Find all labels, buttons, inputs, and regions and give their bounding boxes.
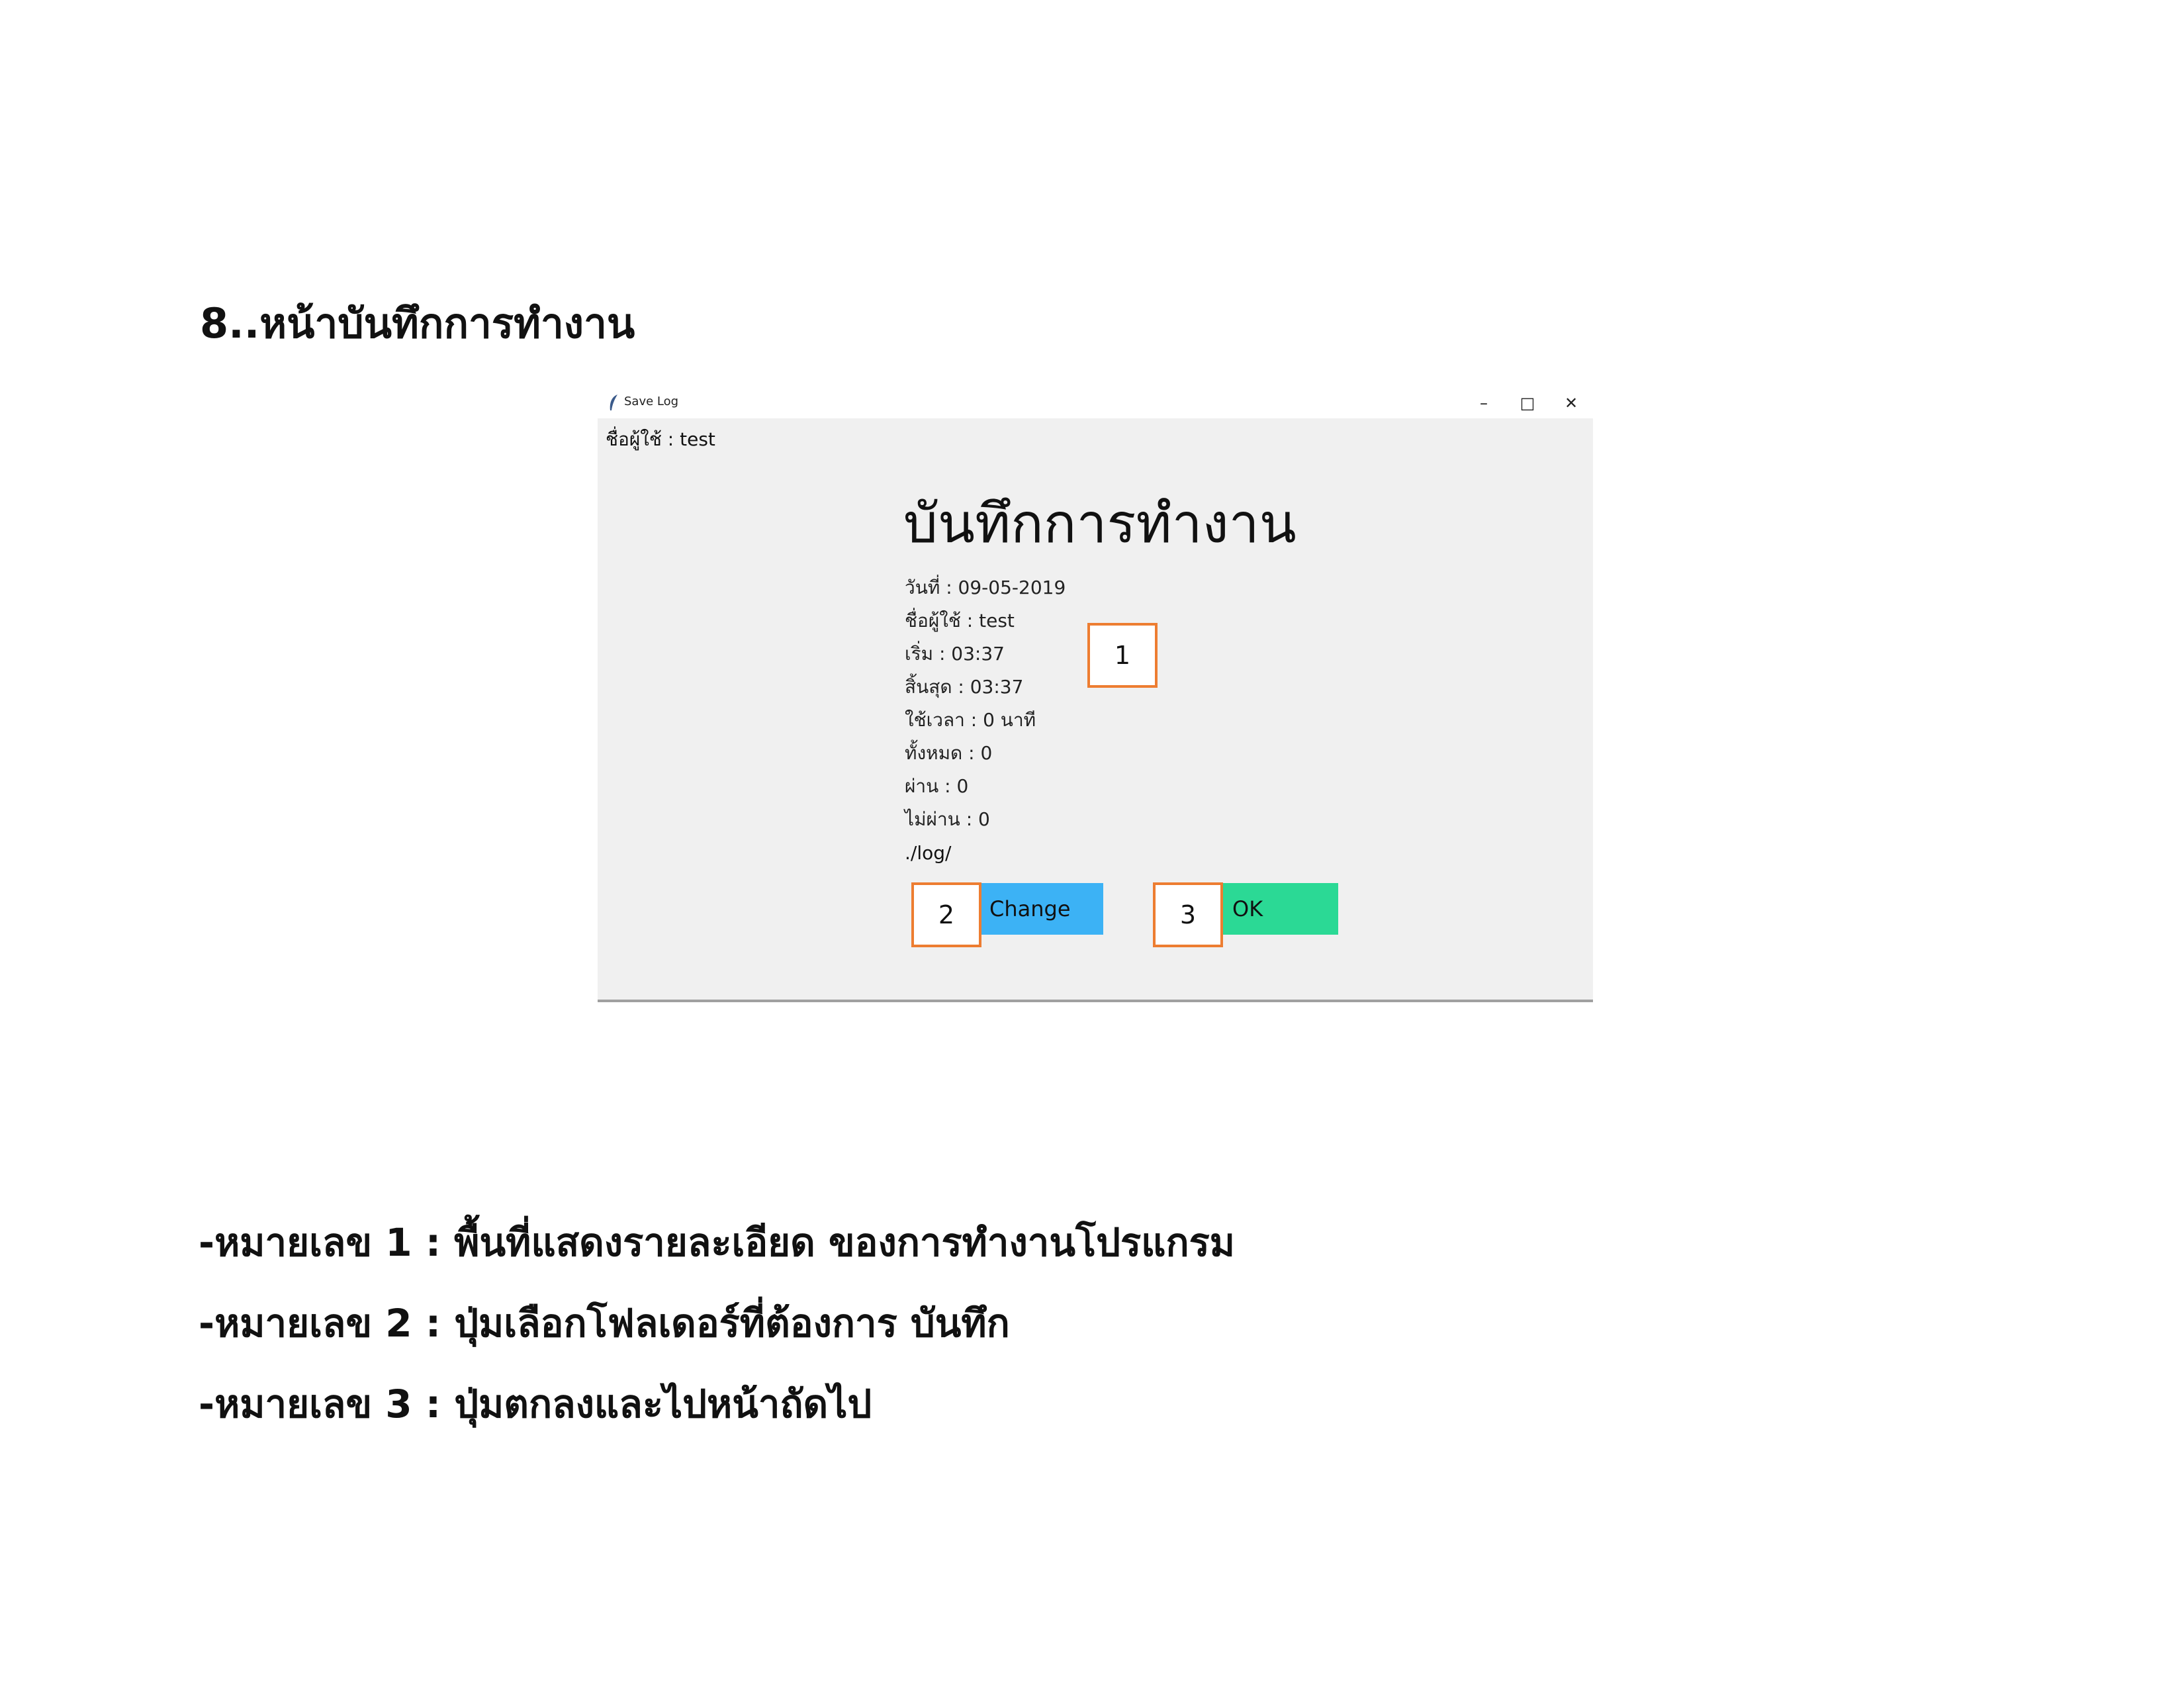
ok-button[interactable]: OK bbox=[1222, 883, 1338, 935]
page-title: บันทึกการทำงาน bbox=[903, 492, 1297, 555]
close-button[interactable]: ✕ bbox=[1549, 388, 1593, 418]
detail-start: เริ่ม : 03:37 bbox=[905, 643, 1005, 665]
detail-total: ทั้งหมด : 0 bbox=[905, 742, 993, 764]
legend-item-2: -หมายเลข 2 : ปุ่มเลือกโฟลเดอร์ที่ต้องการ… bbox=[199, 1301, 1010, 1346]
annotation-marker-1: 1 bbox=[1087, 623, 1158, 688]
detail-fail: ไม่ผ่าน : 0 bbox=[905, 808, 990, 830]
feather-icon bbox=[607, 393, 620, 413]
detail-duration: ใช้เวลา : 0 นาที bbox=[905, 709, 1036, 731]
title-bar: Save Log – □ ✕ bbox=[598, 388, 1593, 418]
minimize-button[interactable]: – bbox=[1462, 388, 1506, 418]
user-label: ชื่อผู้ใช้ : test bbox=[606, 428, 715, 450]
document-heading: 8..หน้าบันทึกการทำงาน bbox=[200, 299, 635, 348]
detail-date: วันที่ : 09-05-2019 bbox=[905, 577, 1066, 598]
detail-pass: ผ่าน : 0 bbox=[905, 775, 969, 797]
legend-item-1: -หมายเลข 1 : พื้นที่แสดงรายละเอียด ของกา… bbox=[199, 1220, 1235, 1265]
window-title: Save Log bbox=[624, 395, 679, 408]
detail-end: สิ้นสุด : 03:37 bbox=[905, 676, 1024, 698]
log-path: ./log/ bbox=[905, 842, 952, 864]
annotation-marker-3: 3 bbox=[1153, 882, 1223, 947]
legend-item-3: -หมายเลข 3 : ปุ่มตกลงและไปหน้าถัดไป bbox=[199, 1382, 872, 1427]
annotation-marker-2: 2 bbox=[911, 882, 981, 947]
detail-username: ชื่อผู้ใช้ : test bbox=[905, 610, 1015, 632]
save-log-window: Save Log – □ ✕ ชื่อผู้ใช้ : test บันทึกก… bbox=[598, 388, 1593, 1002]
maximize-button[interactable]: □ bbox=[1506, 388, 1549, 418]
change-folder-button[interactable]: Change bbox=[979, 883, 1103, 935]
